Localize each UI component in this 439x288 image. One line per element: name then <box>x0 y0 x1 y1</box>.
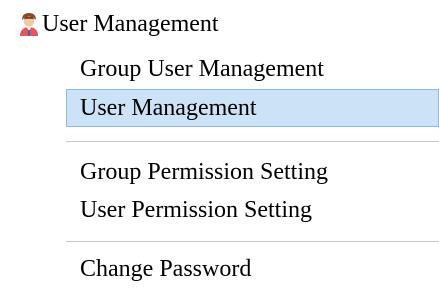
menu-item-user-management[interactable]: User Management <box>66 89 439 127</box>
menu-divider <box>66 141 439 142</box>
menu-item-label: User Permission Setting <box>80 197 312 223</box>
menu-item-label: Change Password <box>80 256 252 282</box>
menu-item-group-user-management[interactable]: Group User Management <box>66 50 439 88</box>
menu-item-change-password[interactable]: Change Password <box>66 250 439 288</box>
user-management-submenu: Group User Management User Management Gr… <box>0 0 439 284</box>
menu-item-user-permission-setting[interactable]: User Permission Setting <box>66 191 439 229</box>
menu-item-label: User Management <box>80 95 257 121</box>
menu-item-label: Group User Management <box>80 56 324 82</box>
menu-item-label: Group Permission Setting <box>80 159 329 185</box>
menu-divider <box>66 241 439 242</box>
menu-item-group-permission-setting[interactable]: Group Permission Setting <box>66 153 439 191</box>
